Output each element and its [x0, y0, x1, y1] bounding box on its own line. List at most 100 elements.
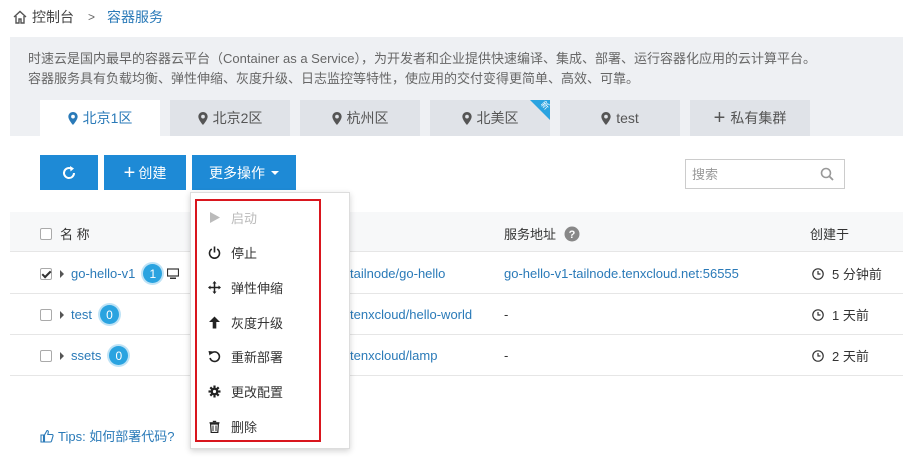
container-service-panel: 时速云是国内最早的容器云平台（Container as a Service），为… — [10, 37, 903, 457]
menu-item-label: 弹性伸缩 — [231, 280, 284, 296]
menu-item-stop[interactable]: 停止 — [208, 240, 257, 264]
play-icon — [210, 211, 220, 223]
tips-text: Tips: 如何部署代码? — [58, 429, 175, 444]
menu-item-label: 重新部署 — [231, 349, 284, 365]
service-name-link[interactable]: test — [71, 307, 92, 322]
arrows-move-icon — [208, 280, 221, 294]
select-all-checkbox[interactable] — [40, 227, 52, 240]
menu-item-rolling-upgrade[interactable]: 灰度升级 — [208, 310, 283, 334]
table-row[interactable]: go-hello-v1 1 tailnode/go-hello go-hello… — [10, 253, 903, 294]
search-icon[interactable] — [820, 167, 834, 181]
menu-item-start: 启动 — [208, 205, 257, 229]
expand-triangle-icon[interactable] — [60, 269, 64, 278]
map-pin-icon — [197, 111, 208, 125]
breadcrumb-home-link[interactable]: 控制台 — [32, 7, 74, 27]
svg-text:?: ? — [569, 229, 576, 241]
tab-label: 私有集群 — [730, 110, 787, 126]
help-icon[interactable]: ? — [564, 226, 580, 242]
service-name-link[interactable]: ssets — [71, 348, 101, 363]
caret-down-icon — [271, 170, 279, 175]
tab-north-america[interactable]: 北美区 新 — [430, 99, 551, 136]
trash-icon — [209, 420, 220, 433]
service-name-link[interactable]: go-hello-v1 — [71, 266, 135, 281]
clock-icon — [812, 349, 824, 362]
table-header: 名 称 镜像 服务地址 ? 创建于 — [10, 212, 903, 252]
tab-label: test — [616, 110, 639, 126]
intro-line-2: 容器服务具有负载均衡、弹性伸缩、灰度升级、日志监控等特性，使应用的交付变得更简单… — [28, 71, 640, 86]
more-actions-menu: 启动 停止 弹性伸缩 灰度升级 重新部署 更改配置 删除 — [190, 192, 350, 449]
tab-label: 北美区 — [476, 110, 519, 126]
service-address-cell: - — [504, 348, 509, 363]
menu-item-scale[interactable]: 弹性伸缩 — [208, 275, 283, 299]
menu-item-label: 更改配置 — [231, 384, 284, 400]
menu-item-label: 停止 — [231, 245, 258, 261]
undo-icon — [208, 350, 221, 362]
service-list-content: + 创建 更多操作 名 称 镜像 服务地址 — [10, 136, 903, 457]
menu-item-redeploy[interactable]: 重新部署 — [208, 344, 283, 368]
table-row[interactable]: ssets 0 tenxcloud/lamp - 2 天前 — [10, 335, 903, 376]
breadcrumb: 控制台 > 容器服务 — [12, 7, 163, 27]
header-service-address: 服务地址 ? — [504, 224, 580, 243]
menu-item-change-config[interactable]: 更改配置 — [208, 379, 283, 403]
row-name-cell: go-hello-v1 1 — [40, 253, 180, 294]
tab-label: 杭州区 — [346, 110, 389, 126]
created-cell: 5 分钟前 — [812, 253, 882, 294]
tab-hangzhou[interactable]: 杭州区 — [300, 100, 420, 136]
home-icon[interactable] — [12, 9, 28, 25]
intro-text: 时速云是国内最早的容器云平台（Container as a Service），为… — [28, 49, 888, 89]
create-button[interactable]: + 创建 — [104, 155, 186, 190]
expand-triangle-icon[interactable] — [60, 351, 64, 360]
created-time: 1 天前 — [832, 308, 869, 323]
menu-item-label: 灰度升级 — [231, 315, 284, 331]
search-input[interactable] — [686, 160, 811, 188]
created-time: 2 天前 — [832, 349, 869, 364]
image-link[interactable]: tenxcloud/hello-world — [350, 294, 472, 335]
more-actions-label: 更多操作 — [209, 164, 265, 181]
tab-test[interactable]: test — [560, 100, 680, 136]
search-box — [685, 159, 845, 189]
header-name-label: 名 称 — [60, 227, 90, 242]
breadcrumb-current: 容器服务 — [107, 9, 164, 25]
image-link[interactable]: tailnode/go-hello — [350, 253, 445, 294]
intro-line-1: 时速云是国内最早的容器云平台（Container as a Service），为… — [28, 51, 817, 66]
tips-link[interactable]: Tips: 如何部署代码? — [40, 426, 175, 445]
instance-count-badge: 1 — [143, 264, 163, 283]
menu-item-label: 启动 — [231, 210, 258, 226]
thumbs-up-icon — [40, 429, 54, 443]
row-checkbox[interactable] — [40, 308, 52, 321]
row-checkbox[interactable] — [40, 349, 52, 362]
arrow-up-icon — [209, 316, 220, 328]
created-cell: 2 天前 — [812, 335, 869, 376]
map-pin-icon — [67, 111, 78, 125]
table-row[interactable]: test 0 tenxcloud/hello-world - 1 天前 — [10, 294, 903, 335]
tab-beijing-2[interactable]: 北京2区 — [170, 100, 290, 136]
tab-private-cluster[interactable]: + 私有集群 — [690, 100, 810, 136]
map-pin-icon — [331, 111, 342, 125]
header-address-label: 服务地址 — [504, 227, 557, 242]
service-address-cell: - — [504, 307, 509, 322]
header-created-label: 创建于 — [810, 227, 850, 242]
gear-icon — [208, 385, 221, 397]
menu-item-delete[interactable]: 删除 — [208, 414, 257, 438]
plus-icon: + — [713, 107, 726, 129]
refresh-button[interactable] — [40, 155, 98, 190]
tab-label: 北京1区 — [82, 110, 133, 126]
monitor-icon — [167, 267, 180, 279]
expand-triangle-icon[interactable] — [60, 310, 64, 319]
tab-beijing-1[interactable]: 北京1区 — [40, 100, 160, 136]
row-checkbox[interactable] — [40, 267, 52, 280]
map-pin-icon — [601, 111, 611, 125]
instance-count-badge: 0 — [99, 305, 119, 324]
row-name-cell: ssets 0 — [40, 335, 129, 376]
service-address-link[interactable]: go-hello-v1-tailnode.tenxcloud.net:56555 — [504, 253, 739, 294]
header-name: 名 称 — [40, 224, 90, 243]
clock-icon — [812, 267, 824, 280]
more-actions-button[interactable]: 更多操作 — [192, 155, 296, 190]
created-cell: 1 天前 — [812, 294, 869, 335]
power-icon — [208, 246, 221, 259]
image-link[interactable]: tenxcloud/lamp — [350, 335, 437, 376]
row-name-cell: test 0 — [40, 294, 119, 335]
created-time: 5 分钟前 — [832, 267, 882, 282]
menu-item-label: 删除 — [231, 419, 258, 435]
region-tabs: 北京1区 北京2区 杭州区 北美区 新 test + 私有集群 — [40, 99, 820, 136]
